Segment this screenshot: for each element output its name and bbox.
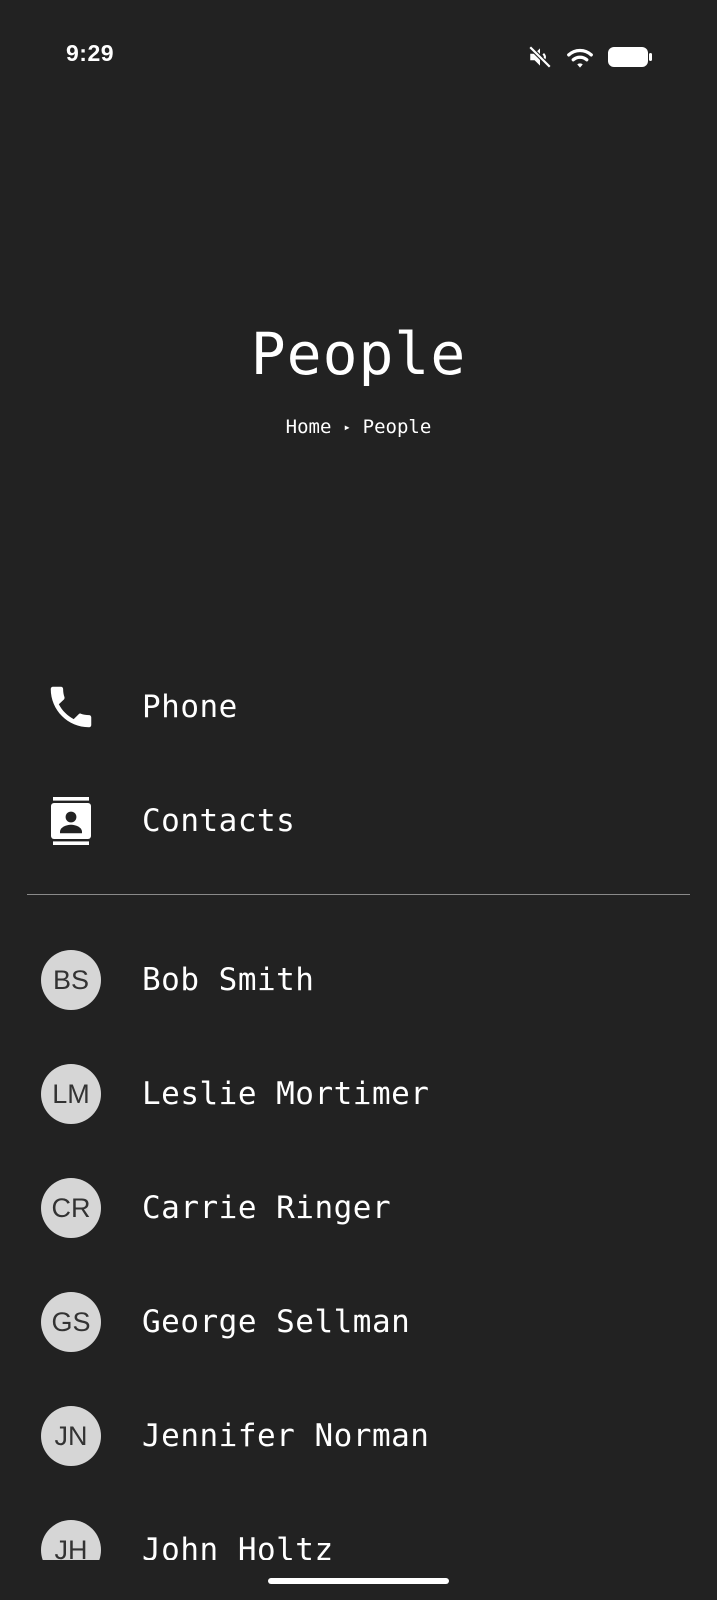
people-list[interactable]: Phone Contacts BS Bob Smith LM Leslie Mo… — [0, 650, 717, 1560]
phone-icon — [41, 677, 101, 737]
breadcrumb-home[interactable]: Home — [286, 416, 332, 438]
status-icons — [527, 42, 653, 72]
contacts-icon — [41, 791, 101, 851]
action-label: Contacts — [142, 803, 296, 839]
breadcrumb-current: People — [362, 415, 432, 438]
page-header: People Home ▸ People — [0, 320, 717, 438]
avatar: JH — [41, 1520, 101, 1560]
avatar: GS — [41, 1292, 101, 1352]
mute-icon — [527, 44, 553, 70]
action-phone[interactable]: Phone — [0, 650, 717, 764]
battery-icon — [607, 45, 653, 69]
list-item[interactable]: BS Bob Smith — [0, 923, 717, 1037]
person-name: Carrie Ringer — [142, 1190, 392, 1226]
wifi-icon — [565, 44, 595, 70]
person-name: Bob Smith — [142, 962, 315, 998]
breadcrumb: Home ▸ People — [0, 416, 717, 438]
status-bar: 9:29 — [0, 0, 717, 110]
action-label: Phone — [142, 689, 238, 725]
person-name: George Sellman — [142, 1304, 411, 1340]
list-item[interactable]: GS George Sellman — [0, 1265, 717, 1379]
person-name: Jennifer Norman — [142, 1418, 430, 1454]
list-item[interactable]: JH John Holtz — [0, 1493, 717, 1560]
person-name: Leslie Mortimer — [142, 1076, 430, 1112]
list-divider — [27, 894, 690, 895]
page-title: People — [250, 320, 467, 388]
list-item[interactable]: CR Carrie Ringer — [0, 1151, 717, 1265]
avatar: BS — [41, 950, 101, 1010]
person-name: John Holtz — [142, 1532, 334, 1560]
avatar: JN — [41, 1406, 101, 1466]
list-item[interactable]: JN Jennifer Norman — [0, 1379, 717, 1493]
action-contacts[interactable]: Contacts — [0, 764, 717, 878]
home-indicator[interactable] — [268, 1578, 449, 1584]
avatar: CR — [41, 1178, 101, 1238]
status-time: 9:29 — [66, 40, 115, 66]
list-item[interactable]: LM Leslie Mortimer — [0, 1037, 717, 1151]
avatar: LM — [41, 1064, 101, 1124]
breadcrumb-separator: ▸ — [343, 419, 351, 434]
